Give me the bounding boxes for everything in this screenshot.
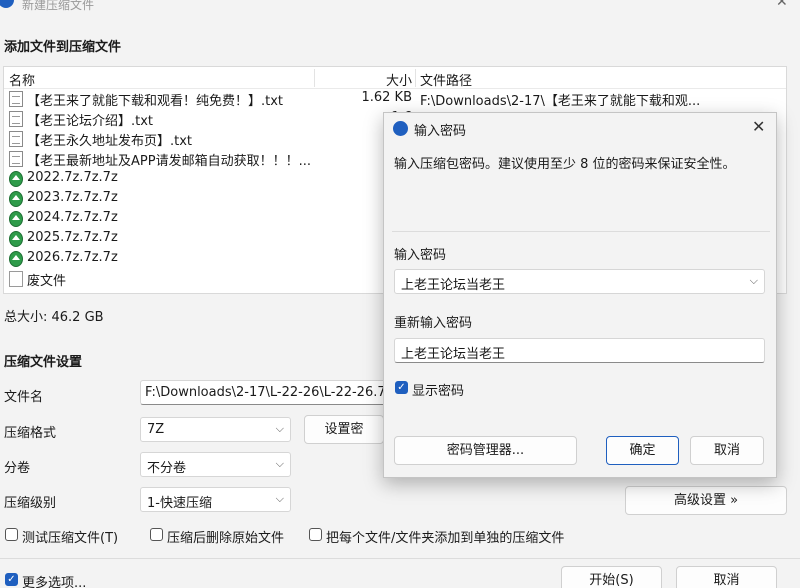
confirm-password-label: 重新输入密码	[394, 316, 473, 331]
dialog-cancel-button[interactable]: 取消	[690, 436, 764, 465]
filename-label: 文件名	[4, 390, 44, 405]
footer-divider	[0, 558, 800, 559]
dialog-close-icon[interactable]: ✕	[752, 117, 765, 136]
window-title: 新建压缩文件	[22, 0, 95, 12]
file-name: 【老王来了就能下载和观看！纯免费！】.txt	[27, 94, 284, 109]
level-select[interactable]: 1-快速压缩 ⌵	[140, 487, 291, 512]
cancel-button[interactable]: 取消	[676, 566, 777, 588]
window-close-icon[interactable]: ✕	[776, 0, 788, 10]
volume-select[interactable]: 不分卷 ⌵	[140, 452, 291, 477]
settings-heading: 压缩文件设置	[4, 355, 83, 370]
password-dialog: 输入密码 ✕ 输入压缩包密码。建议使用至少 8 位的密码来保证安全性。 输入密码…	[383, 112, 777, 478]
archive-icon	[9, 251, 23, 267]
file-size: 1.62 KB	[361, 90, 412, 105]
more-options-label: 更多选项...	[22, 576, 87, 588]
file-list-header: 名称 大小 文件路径	[4, 67, 786, 89]
chevron-down-icon[interactable]: ⌵	[750, 274, 758, 288]
start-button[interactable]: 开始(S)	[561, 566, 662, 588]
password-input[interactable]: 上老王论坛当老王 ⌵	[394, 269, 765, 294]
text-file-icon	[9, 131, 23, 147]
test-archive-checkbox[interactable]	[5, 528, 18, 541]
title-bar: 新建压缩文件 ✕	[0, 0, 800, 14]
chevron-down-icon: ⌵	[275, 457, 284, 470]
column-header-name[interactable]: 名称	[9, 70, 35, 89]
file-name: 【老王论坛介绍】.txt	[27, 114, 154, 129]
test-archive-label: 测试压缩文件(T)	[22, 531, 119, 546]
show-password-checkbox[interactable]: ✓	[395, 381, 408, 394]
file-icon	[9, 271, 23, 287]
format-value: 7Z	[147, 422, 165, 437]
file-name: 2024.7z.7z.7z	[27, 210, 118, 225]
chevron-down-icon: ⌵	[275, 422, 284, 435]
column-header-size[interactable]: 大小	[386, 70, 412, 89]
text-file-icon	[9, 151, 23, 167]
file-name: 2023.7z.7z.7z	[27, 190, 118, 205]
format-select[interactable]: 7Z ⌵	[140, 417, 291, 442]
archive-icon	[9, 171, 23, 187]
text-file-icon	[9, 91, 23, 107]
volume-value: 不分卷	[147, 461, 187, 476]
app-icon	[393, 121, 408, 136]
file-name: 2022.7z.7z.7z	[27, 170, 118, 185]
file-name: 【老王永久地址发布页】.txt	[27, 134, 193, 149]
dialog-divider	[392, 231, 770, 232]
column-divider[interactable]	[314, 69, 315, 87]
column-divider[interactable]	[415, 69, 416, 87]
delete-originals-checkbox[interactable]	[150, 528, 163, 541]
column-header-path[interactable]: 文件路径	[420, 70, 472, 89]
dialog-title: 输入密码	[414, 124, 467, 139]
volume-label: 分卷	[4, 461, 31, 476]
password-value: 上老王论坛当老王	[401, 278, 506, 293]
confirm-password-input[interactable]: 上老王论坛当老王	[394, 338, 765, 363]
file-path: F:\Downloads\2-17\【老王来了就能下载和观...	[420, 94, 701, 109]
dialog-description: 输入压缩包密码。建议使用至少 8 位的密码来保证安全性。	[394, 157, 736, 172]
level-label: 压缩级别	[4, 496, 57, 511]
archive-icon	[9, 191, 23, 207]
file-name: 【老王最新地址及APP请发邮箱自动获取！！！...	[27, 154, 311, 169]
separate-archives-label: 把每个文件/文件夹添加到单独的压缩文件	[326, 531, 565, 546]
app-icon	[0, 0, 14, 8]
ok-button[interactable]: 确定	[606, 436, 679, 465]
file-row[interactable]: 【老王来了就能下载和观看！纯免费！】.txt 1.62 KB F:\Download…	[4, 89, 786, 109]
file-name: 2025.7z.7z.7z	[27, 230, 118, 245]
archive-icon	[9, 211, 23, 227]
text-file-icon	[9, 111, 23, 127]
show-password-label: 显示密码	[412, 384, 465, 399]
file-name: 废文件	[27, 274, 67, 289]
filename-input[interactable]: F:\Downloads\2-17\L-22-26\L-22-26.7z	[140, 380, 388, 405]
password-manager-button[interactable]: 密码管理器...	[394, 436, 577, 465]
advanced-settings-button[interactable]: 高级设置 »	[625, 486, 787, 515]
separate-archives-checkbox[interactable]	[309, 528, 322, 541]
add-files-heading: 添加文件到压缩文件	[4, 40, 122, 55]
format-label: 压缩格式	[4, 426, 57, 441]
file-name: 2026.7z.7z.7z	[27, 250, 118, 265]
chevron-down-icon: ⌵	[275, 492, 284, 505]
archive-icon	[9, 231, 23, 247]
total-size: 总大小: 46.2 GB	[4, 310, 104, 325]
delete-originals-label: 压缩后删除原始文件	[167, 531, 285, 546]
set-password-button[interactable]: 设置密	[304, 415, 384, 444]
password-label: 输入密码	[394, 248, 447, 263]
more-options-checkbox[interactable]: ✓	[5, 573, 18, 586]
level-value: 1-快速压缩	[147, 496, 212, 511]
